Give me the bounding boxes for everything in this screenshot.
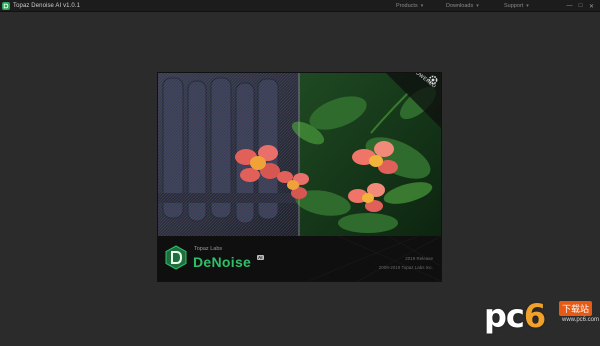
splash-photo — [158, 73, 441, 236]
close-button[interactable]: ✕ — [587, 2, 596, 11]
window-title-bar: Topaz Denoise AI v1.0.1 Products ▾ Downl… — [0, 0, 600, 12]
release-year: 2019 Release — [405, 256, 433, 261]
chevron-down-icon: ▾ — [476, 3, 479, 9]
minimize-button[interactable]: — — [565, 2, 574, 11]
chevron-down-icon: ▾ — [526, 3, 529, 9]
brand-company: Topaz Labs — [194, 246, 223, 252]
denoise-logo-icon — [165, 245, 187, 270]
menu-products-label: Products — [396, 3, 418, 9]
menu-support[interactable]: Support ▾ — [504, 0, 529, 12]
splash-footer: Topaz Labs DeNoise AI 2019 Release 2009-… — [158, 236, 441, 281]
copyright-text: 2009-2019 Topaz Labs Inc. — [378, 265, 433, 270]
splash-screen: AI POWERED Topaz Labs DeNoise AI 2019 Re… — [158, 73, 441, 281]
app-icon — [2, 1, 10, 10]
menu-products[interactable]: Products ▾ — [396, 0, 423, 12]
brand-product: DeNoise — [193, 254, 252, 270]
brand-ai-tag: AI — [257, 255, 264, 260]
watermark-logo-pc: pc — [484, 297, 525, 335]
menu-downloads[interactable]: Downloads ▾ — [446, 0, 479, 12]
watermark-logo-six: 6 — [523, 297, 546, 335]
window-title: Topaz Denoise AI v1.0.1 — [13, 2, 81, 9]
watermark-site-label: 下载站 — [559, 301, 593, 316]
window-controls: — □ ✕ — [563, 0, 596, 12]
maximize-button[interactable]: □ — [576, 2, 585, 11]
menu-downloads-label: Downloads — [446, 3, 474, 9]
watermark-logo: pc6 — [484, 297, 546, 335]
watermark: pc6 下载站 www.pc6.com — [484, 291, 600, 341]
chevron-down-icon: ▾ — [420, 3, 424, 9]
watermark-domain: www.pc6.com — [562, 317, 600, 323]
menu-support-label: Support — [504, 3, 524, 9]
